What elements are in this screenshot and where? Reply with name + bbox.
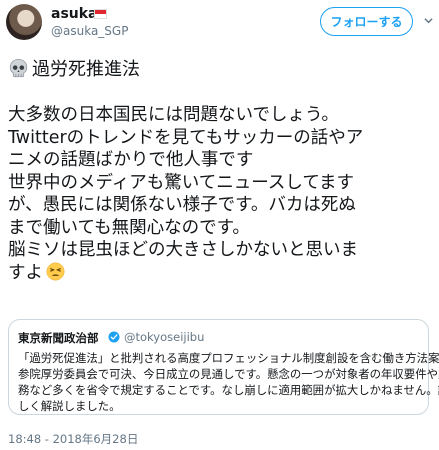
tweet-line: 世界中のメディアも驚いてニュースしてます	[8, 172, 354, 193]
tweet-title: 過労死推進法	[32, 59, 140, 80]
singapore-flag-icon	[94, 9, 107, 19]
tweet-line: まで働いても無関心なのです。	[8, 217, 250, 238]
quoted-line: しく解説しました。	[18, 399, 121, 413]
tweet-timestamp[interactable]: 18:48 - 2018年6月28日	[8, 431, 138, 447]
verified-badge-icon	[108, 331, 120, 343]
tired-face-icon	[46, 262, 65, 280]
quoted-user-handle: @tokyoseijibu	[124, 330, 205, 344]
avatar[interactable]	[6, 4, 42, 40]
quoted-line: 「過労死促進法」と批判される高度プロフェッショナル制度創設を含む働き方法案が	[18, 351, 439, 365]
tweet-title-row: 過労死推進法	[8, 55, 140, 81]
user-handle[interactable]: @asuka_SGP	[51, 24, 128, 38]
chevron-down-icon[interactable]	[424, 16, 433, 25]
tweet-line: 大多数の日本国民には問題ないでしょう。	[8, 105, 339, 125]
quoted-line: 務など多くを省令で規定することです。なし崩しに適用範囲が拡大しかねません。詳	[18, 383, 439, 397]
tweet-line: 脳ミソは昆虫ほどの大きさしかないと思いま	[8, 240, 358, 260]
quoted-text: 「過労死促進法」と批判される高度プロフェッショナル制度創設を含む働き方法案が 参…	[18, 350, 439, 414]
tweet-line: が、愚民には関係ない様子です。バカは死ぬ	[8, 195, 356, 215]
skull-icon	[9, 58, 28, 77]
tweet-line: Twitterのトレンドを見てもサッカーの話やア	[8, 127, 364, 148]
tweet-line-last: すよ	[8, 262, 436, 285]
tweet-body: 大多数の日本国民には問題ないでしょう。 Twitterのトレンドを見てもサッカー…	[8, 104, 436, 284]
user-name[interactable]: asuka	[51, 6, 98, 22]
tweet-header: asuka @asuka_SGP フォローする	[0, 0, 439, 40]
quoted-user-name: 東京新聞政治部	[18, 331, 99, 345]
follow-button[interactable]: フォローする	[320, 7, 413, 36]
quoted-line: 参院厚労委員会で可決、今日成立の見通しです。懸念の一つが対象者の年収要件や業	[18, 367, 439, 381]
tweet-line-text: すよ	[8, 262, 43, 283]
quoted-tweet[interactable]: 東京新聞政治部 @tokyoseijibu 「過労死促進法」と批判される高度プロ…	[8, 319, 439, 415]
tweet-line: ニメの話題ばかりで他人事です	[8, 150, 254, 170]
